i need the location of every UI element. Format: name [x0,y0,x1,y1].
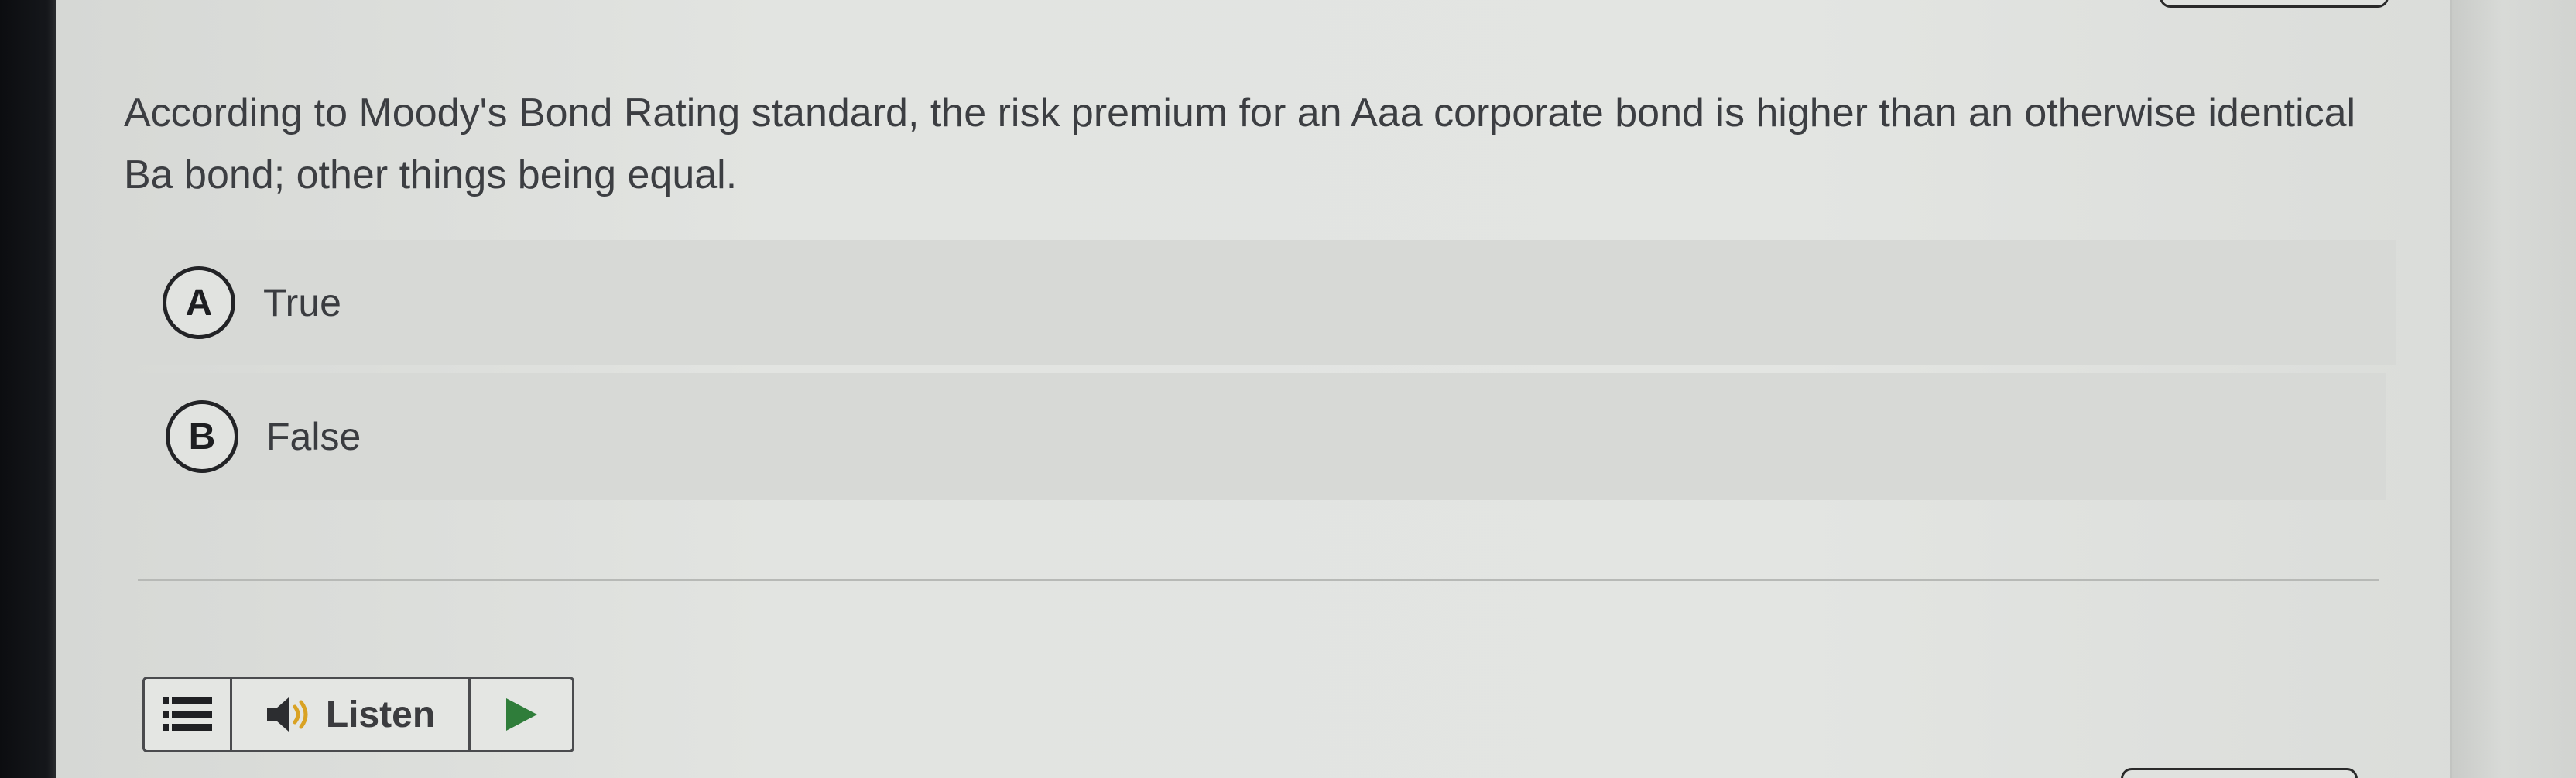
choice-b-label: False [266,415,361,458]
listen-label: Listen [325,694,436,735]
menu-button[interactable] [145,679,232,750]
monitor-bezel [0,0,56,778]
play-button[interactable] [471,679,572,750]
play-icon [505,698,537,731]
choice-a-label: True [263,281,341,324]
top-right-button[interactable] [2160,0,2389,8]
right-panel [2450,0,2576,778]
speaker-icon [266,697,308,732]
divider [138,579,2379,581]
choice-b[interactable]: B False [133,373,2386,500]
screen: According to Moody's Bond Rating standar… [0,0,2576,778]
choice-a-letter-badge: A [163,266,235,339]
choice-b-letter-badge: B [166,400,238,473]
question-text: According to Moody's Bond Rating standar… [124,91,2356,197]
choice-a[interactable]: A True [130,240,2396,365]
hamburger-menu-icon [163,697,212,731]
listen-toolbar: Listen [142,677,574,752]
listen-button[interactable]: Listen [232,679,471,750]
bottom-right-button[interactable] [2121,768,2358,778]
